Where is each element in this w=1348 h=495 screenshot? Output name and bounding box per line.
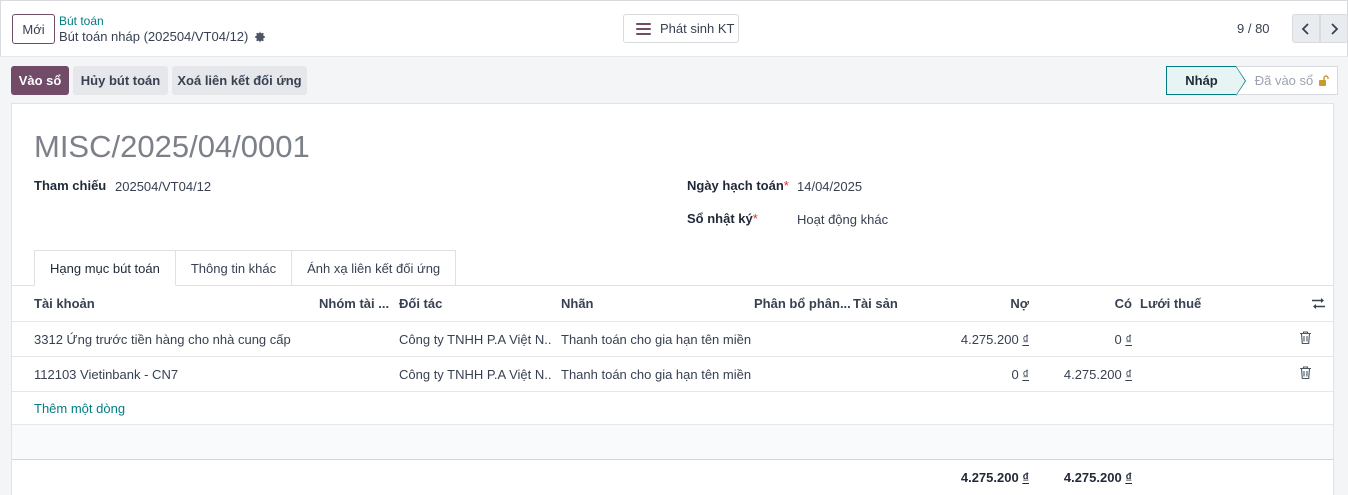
column-header-asset[interactable]: Tài sản [853, 296, 898, 311]
column-header-credit[interactable]: Có [1072, 296, 1132, 311]
pager-previous-button[interactable] [1292, 14, 1320, 43]
table-row[interactable]: 112103 Vietinbank - CN7 Công ty TNHH P.A… [12, 356, 1333, 391]
row-account[interactable]: 112103 Vietinbank - CN7 [34, 367, 314, 382]
empty-row [12, 425, 1333, 459]
chevron-right-icon [1331, 22, 1339, 35]
journal-field[interactable]: Hoạt động khác [797, 212, 888, 227]
tab-journal-items[interactable]: Hạng mục bút toán [34, 250, 176, 286]
status-draft[interactable]: Nháp [1166, 66, 1246, 96]
reference-label: Tham chiếu [34, 178, 107, 193]
new-button[interactable]: Mới [12, 14, 55, 44]
journal-label: Sổ nhật ký* [687, 211, 758, 226]
accounting-date-label: Ngày hạch toán* [687, 178, 789, 193]
notebook-tabs: Hạng mục bút toán Thông tin khác Ánh xạ … [34, 250, 457, 286]
status-posted-label: Đã vào sổ [1254, 73, 1314, 88]
status-posted[interactable]: Đã vào sổ [1236, 66, 1338, 95]
breadcrumb-parent-link[interactable]: Bút toán [59, 14, 104, 28]
column-header-group[interactable]: Nhóm tài ... [319, 296, 389, 311]
unlock-icon [1319, 75, 1329, 86]
total-debit: 4.275.200 ₫ [960, 470, 1029, 485]
row-debit[interactable]: 0 ₫ [912, 367, 1029, 382]
accounting-date-field[interactable]: 14/04/2025 [797, 179, 862, 194]
pager-next-button[interactable] [1320, 14, 1348, 43]
trash-icon[interactable] [1300, 366, 1311, 379]
trash-icon[interactable] [1300, 331, 1311, 344]
tab-other-info[interactable]: Thông tin khác [174, 250, 293, 286]
post-button[interactable]: Vào sổ [11, 66, 69, 95]
column-header-account[interactable]: Tài khoản [34, 296, 95, 311]
entry-number-title: MISC/2025/04/0001 [34, 129, 310, 164]
control-panel: Mới Bút toán Bút toán nháp (202504/VT04/… [0, 0, 1348, 57]
form-sheet: MISC/2025/04/0001 Tham chiếu 202504/VT04… [11, 103, 1334, 495]
accounting-entries-button[interactable]: Phát sinh KT [623, 14, 739, 43]
column-header-partner[interactable]: Đối tác [399, 296, 442, 311]
column-header-label[interactable]: Nhãn [561, 296, 594, 311]
row-label[interactable]: Thanh toán cho gia hạn tên miền [561, 367, 751, 382]
totals-divider [12, 459, 1333, 460]
row-account[interactable]: 3312 Ứng trước tiền hàng cho nhà cung cấ… [34, 332, 314, 347]
row-debit[interactable]: 4.275.200 ₫ [912, 332, 1029, 347]
table-row[interactable]: 3312 Ứng trước tiền hàng cho nhà cung cấ… [12, 321, 1333, 356]
row-label[interactable]: Thanh toán cho gia hạn tên miền [561, 332, 751, 347]
row-credit[interactable]: 4.275.200 ₫ [1032, 367, 1132, 382]
row-credit[interactable]: 0 ₫ [1032, 332, 1132, 347]
column-header-tax-grid[interactable]: Lưới thuế [1140, 296, 1201, 311]
gear-icon[interactable] [254, 31, 266, 43]
row-partner[interactable]: Công ty TNHH P.A Việt N... [399, 367, 551, 382]
column-header-analytic[interactable]: Phân bổ phân... [754, 296, 851, 311]
chevron-left-icon [1301, 22, 1309, 35]
total-credit: 4.275.200 ₫ [1063, 470, 1132, 485]
add-line-link[interactable]: Thêm một dòng [34, 401, 125, 416]
status-bar: Nháp Đã vào sổ [1166, 66, 1338, 96]
remove-reconcile-button[interactable]: Xoá liên kết đối ứng [172, 66, 307, 95]
breadcrumb-current-label: Bút toán nháp (202504/VT04/12) [59, 29, 249, 44]
row-partner[interactable]: Công ty TNHH P.A Việt N... [399, 332, 551, 347]
accounting-entries-label: Phát sinh KT [660, 21, 735, 36]
pager-value[interactable]: 9 / 80 [1237, 21, 1270, 36]
column-header-debit[interactable]: Nợ [972, 296, 1029, 311]
tab-divider [12, 285, 1333, 286]
optional-columns-icon[interactable] [1312, 297, 1325, 310]
tab-reconcile-mapping[interactable]: Ánh xạ liên kết đối ứng [291, 250, 457, 286]
list-icon [636, 22, 651, 35]
row-divider [12, 391, 1333, 392]
breadcrumb-current: Bút toán nháp (202504/VT04/12) [59, 29, 266, 44]
reference-field[interactable]: 202504/VT04/12 [115, 179, 211, 194]
cancel-entry-button[interactable]: Hủy bút toán [73, 66, 168, 95]
